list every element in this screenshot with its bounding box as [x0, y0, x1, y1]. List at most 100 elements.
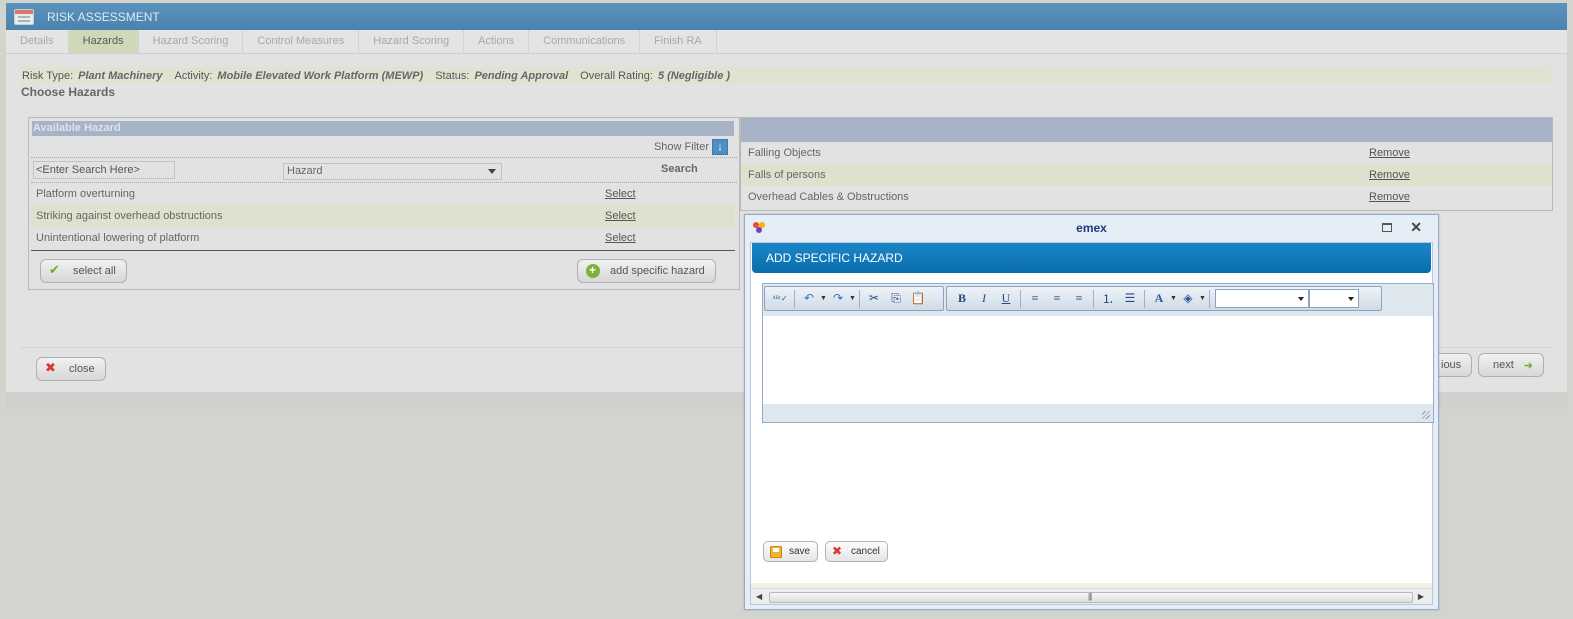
show-filter-label[interactable]: Show Filter [654, 141, 709, 153]
cancel-icon [832, 544, 844, 558]
search-input[interactable] [33, 161, 175, 179]
font-name-select[interactable] [1215, 289, 1309, 308]
spellcheck-icon[interactable]: ᴬᴮᶜ✓ [770, 290, 790, 308]
add-specific-hazard-button[interactable]: add specific hazard [577, 259, 716, 283]
search-row: Hazard Search [31, 158, 737, 183]
close-icon [45, 360, 59, 376]
add-hazard-dialog: emex ✕ ADD SPECIFIC HAZARD ᴬᴮᶜ✓ ↶ ▼ ↷ ▼ … [744, 214, 1439, 610]
underline-icon[interactable]: U [996, 290, 1016, 308]
risk-type-value: Plant Machinery [78, 69, 163, 82]
hazard-row: Striking against overhead obstructions S… [31, 205, 735, 227]
selected-hazard-row: Falls of persons Remove [741, 164, 1552, 186]
align-center-icon[interactable]: ≡ [1047, 290, 1067, 308]
cancel-label: cancel [851, 546, 880, 557]
save-label: save [789, 546, 811, 557]
selected-hazards-header [741, 118, 1552, 142]
tab-control-measures[interactable]: Control Measures [243, 30, 360, 53]
overall-rating-value: 5 (Negligible ) [657, 69, 731, 82]
cancel-button[interactable]: cancel [825, 541, 888, 562]
redo-icon[interactable]: ↷ [828, 290, 848, 308]
chevron-down-icon [1348, 297, 1354, 301]
select-link[interactable]: Select [605, 232, 636, 244]
app-icon [14, 8, 34, 25]
selected-hazard-row: Overhead Cables & Obstructions Remove [741, 186, 1552, 208]
select-link[interactable]: Select [605, 188, 636, 200]
cut-icon[interactable]: ✂ [864, 290, 884, 308]
remove-link[interactable]: Remove [1369, 191, 1410, 203]
rich-text-editor: ᴬᴮᶜ✓ ↶ ▼ ↷ ▼ ✂ ⎘ 📋 B I U ≡ ≡ ≡ ⒈ ☰ A ▼ ◈… [762, 283, 1434, 423]
remove-link[interactable]: Remove [1369, 147, 1410, 159]
tab-actions[interactable]: Actions [464, 30, 530, 53]
tab-hazard-scoring[interactable]: Hazard Scoring [139, 30, 244, 53]
dialog-title-bar: emex ✕ [745, 215, 1438, 241]
remove-link[interactable]: Remove [1369, 169, 1410, 181]
hazard-name: Striking against overhead obstructions [36, 210, 223, 222]
dialog-body: ADD SPECIFIC HAZARD ᴬᴮᶜ✓ ↶ ▼ ↷ ▼ ✂ ⎘ 📋 B [750, 242, 1434, 605]
highlight-color-icon[interactable]: ◈ [1178, 290, 1198, 308]
hazard-type-select[interactable]: Hazard [283, 163, 502, 180]
filter-arrow-icon[interactable]: ↓ [712, 138, 728, 155]
hazard-row: Unintentional lowering of platform Selec… [31, 227, 735, 249]
chevron-down-icon [488, 169, 496, 174]
filter-row: Show Filter ↓ [31, 136, 737, 158]
align-left-icon[interactable]: ≡ [1025, 290, 1045, 308]
ordered-list-icon[interactable]: ⒈ [1098, 290, 1118, 308]
highlight-dropdown-icon[interactable]: ▼ [1199, 295, 1206, 302]
scrollbar-thumb[interactable]: ||| [769, 592, 1413, 603]
status-label: Status: [435, 69, 470, 82]
italic-icon[interactable]: I [974, 290, 994, 308]
tab-communications[interactable]: Communications [529, 30, 641, 53]
available-hazard-header: Available Hazard [32, 121, 734, 136]
select-link[interactable]: Select [605, 210, 636, 222]
font-color-dropdown-icon[interactable]: ▼ [1170, 295, 1177, 302]
scroll-right-icon[interactable]: ▶ [1418, 592, 1424, 601]
tab-details[interactable]: Details [6, 30, 69, 53]
add-specific-hazard-label: add specific hazard [610, 265, 705, 277]
emex-logo-icon [753, 222, 766, 235]
bullet-list-icon[interactable]: ☰ [1120, 290, 1140, 308]
close-button[interactable]: close [36, 357, 106, 381]
next-button[interactable]: next ➜ [1478, 353, 1545, 377]
section-title: Choose Hazards [21, 85, 116, 99]
undo-dropdown-icon[interactable]: ▼ [820, 295, 827, 302]
tab-finish-ra[interactable]: Finish RA [640, 30, 717, 53]
horizontal-scrollbar[interactable]: ◀ ||| ▶ [751, 588, 1432, 604]
undo-icon[interactable]: ↶ [799, 290, 819, 308]
scroll-left-icon[interactable]: ◀ [756, 592, 762, 601]
hazard-select-value: Hazard [287, 165, 323, 177]
previous-label: ious [1441, 359, 1462, 371]
editor-text-area[interactable] [763, 316, 1433, 404]
copy-icon[interactable]: ⎘ [886, 290, 906, 308]
select-all-label: select all [73, 265, 116, 277]
title-bar: RISK ASSESSMENT [6, 3, 1567, 30]
font-size-select[interactable] [1309, 289, 1359, 308]
redo-dropdown-icon[interactable]: ▼ [849, 295, 856, 302]
select-all-button[interactable]: select all [40, 259, 127, 283]
tab-bar: Details Hazards Hazard Scoring Control M… [6, 30, 1567, 54]
align-right-icon[interactable]: ≡ [1069, 290, 1089, 308]
toolbar-separator [794, 289, 795, 308]
dialog-title: emex [1076, 221, 1107, 235]
close-icon[interactable]: ✕ [1410, 219, 1422, 236]
tab-hazards[interactable]: Hazards [68, 30, 139, 53]
tab-hazard-scoring-2[interactable]: Hazard Scoring [359, 30, 465, 53]
font-color-icon[interactable]: A [1149, 290, 1169, 308]
close-label: close [69, 363, 95, 375]
bold-icon[interactable]: B [952, 290, 972, 308]
save-button[interactable]: save [763, 541, 819, 562]
selected-hazard-name: Falls of persons [748, 169, 826, 181]
paste-icon[interactable]: 📋 [908, 290, 928, 308]
editor-status-bar [763, 404, 1433, 422]
selected-hazard-name: Falling Objects [748, 147, 821, 159]
chevron-down-icon [1298, 297, 1304, 301]
maximize-icon[interactable] [1382, 223, 1392, 232]
selected-hazard-row: Falling Objects Remove [741, 142, 1552, 164]
available-hazards-panel: Available Hazard Show Filter ↓ Hazard Se… [28, 117, 740, 290]
hazard-name: Unintentional lowering of platform [36, 232, 200, 244]
toolbar-group-edit: ᴬᴮᶜ✓ ↶ ▼ ↷ ▼ ✂ ⎘ 📋 [764, 286, 944, 311]
search-button[interactable]: Search [661, 163, 698, 175]
toolbar-separator [1209, 289, 1210, 308]
toolbar-separator [1093, 289, 1094, 308]
dialog-header: ADD SPECIFIC HAZARD [752, 243, 1431, 273]
resize-grip-icon[interactable] [1422, 411, 1430, 419]
